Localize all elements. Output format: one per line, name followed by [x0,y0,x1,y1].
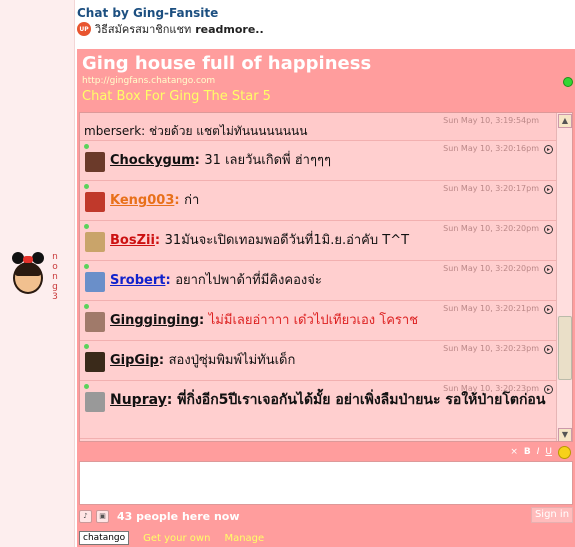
message-area: Sun May 10, 3:19:54pm mberserk: ช่วยด้วย … [79,112,573,442]
chat-message: Sun May 10, 3:20:20pm ▸ BosZii: 31มันจะเปิ… [80,221,557,261]
message-text: ช่วยด้วย แชตไม่ทันนนนนนนน [149,124,308,138]
user-avatar[interactable] [85,312,105,332]
user-avatar[interactable] [85,232,105,252]
sign-in-button[interactable]: Sign in [531,507,573,523]
online-indicator-icon [84,264,89,269]
bold-button[interactable]: B [524,447,531,457]
message-body: GipGip: สองปู่ซุ่มพิมพ์ไม่ทันเด็ก [110,352,550,369]
message-input[interactable] [79,461,573,505]
message-username: mberserk [84,124,142,138]
chat-url-link[interactable]: http://gingfans.chatango.com [82,76,215,86]
page-title: Chat by Ging-Fansite [77,6,219,20]
italic-button[interactable]: I [537,447,540,457]
online-indicator-icon [84,344,89,349]
format-toolbar: × B I U [510,445,571,459]
online-indicator-icon [84,184,89,189]
username-separator: : [194,153,205,168]
chat-message: Sun May 10, 3:20:17pm ▸ Keng003: ก่า [80,181,557,221]
message-text: 31มันจะเปิดเทอมพอดีวันที่1มิ.ย.อ่าคับ T^… [164,233,410,248]
message-body: BosZii: 31มันจะเปิดเทอมพอดีวันที่1มิ.ย.อ… [110,232,550,249]
chat-footer: chatango Get your own Manage [79,529,264,547]
bottom-bar: ♪ ▣ 43 people here now Sign in [79,507,573,523]
message-text: สองปู่ซุ่มพิมพ์ไม่ทันเด็ก [168,353,296,368]
online-indicator-icon [84,224,89,229]
message-username[interactable]: Chockygum [110,153,195,168]
scrollbar-thumb[interactable] [558,316,572,380]
online-indicator-icon [84,384,89,389]
message-username[interactable]: Keng003 [110,193,174,208]
scrollbar[interactable]: ▲ ▼ [556,113,572,441]
chat-message: Sun May 10, 3:20:21pm ▸ Gingginging: ไม่มี… [80,301,557,341]
user-avatar[interactable] [85,392,105,412]
message-text: อยากไปพาด้าที่มีคิงคองจ่ะ [175,273,322,288]
chat-message: Sun May 10, 3:20:23pm ▸ Nupray: พี่กิ่งอีก… [80,381,557,439]
chat-message: Sun May 10, 3:20:23pm ▸ GipGip: สองปู่ซุ่ม… [80,341,557,381]
signup-info-text: วิธีสมัครสมาชิกแชท [95,23,192,36]
message-text: ไม่มีเลยอ่าาาา เด๋วไปเทียวเอง โคราช [208,313,419,328]
chat-title: Ging house full of happiness [82,53,372,74]
chatango-logo[interactable]: chatango [79,531,130,545]
message-body: Nupray: พี่กิ่งอีก5ปีเราเจอกันได้มั้ย อย… [110,392,550,409]
message-body: Srobert: อยากไปพาด้าที่มีคิงคองจ่ะ [110,272,550,289]
up-badge-icon: UP [77,22,91,36]
sound-icon[interactable]: ♪ [79,509,92,523]
scroll-down-arrow-icon[interactable]: ▼ [558,428,572,441]
signup-info-line: UP วิธีสมัครสมาชิกแชท readmore.. [77,22,264,36]
username-separator: : [154,233,165,248]
message-text: 31 เลยวันเกิดพี่ ฮ่าๆๆๆ [204,153,331,168]
scroll-up-arrow-icon[interactable]: ▲ [558,114,572,128]
user-avatar[interactable] [85,352,105,372]
underline-button[interactable]: U [545,447,552,457]
message-username[interactable]: Nupray [110,392,167,408]
online-status-icon [563,77,573,87]
user-avatar[interactable] [85,192,105,212]
readmore-link[interactable]: readmore.. [195,23,263,36]
username-separator: : [199,313,209,328]
manage-link[interactable]: Manage [224,533,264,544]
message-username[interactable]: Gingginging [110,313,199,328]
chat-message: Sun May 10, 3:20:16pm ▸ Chockygum: 31 เลยว… [80,141,557,181]
close-format-icon[interactable]: × [510,447,518,457]
chat-message: Sun May 10, 3:20:20pm ▸ Srobert: อยากไปพาด… [80,261,557,301]
online-indicator-icon [84,304,89,309]
message-username[interactable]: Srobert [110,273,165,288]
online-indicator-icon [84,144,89,149]
user-avatar[interactable] [85,272,105,292]
message-text: พี่กิ่งอีก5ปีเราเจอกันได้มั้ย อย่าเพิ่งล… [177,392,546,408]
username-separator: : [141,124,149,138]
avatar-name: nong3 [52,252,58,302]
chat-message: Sun May 10, 3:19:54pm mberserk: ช่วยด้วย … [80,113,557,141]
profile-avatar[interactable] [10,252,46,298]
message-text: ก่า [184,193,200,208]
avatar-bow [23,256,33,263]
username-separator: : [166,392,178,408]
message-username[interactable]: GipGip [110,353,159,368]
username-separator: : [174,193,185,208]
message-body: mberserk: ช่วยด้วย แชตไม่ทันนนนนนนน [84,123,524,140]
image-icon[interactable]: ▣ [96,509,109,523]
username-separator: : [165,273,176,288]
message-body: Keng003: ก่า [110,192,550,209]
left-decorative-strip: nong3 [0,0,75,547]
message-username[interactable]: BosZii [110,233,155,248]
get-your-own-link[interactable]: Get your own [143,533,210,544]
emoticon-icon[interactable] [558,445,571,459]
chat-subtitle: Chat Box For Ging The Star 5 [82,89,271,104]
page-root: nong3 Chat by Ging-Fansite UP วิธีสมัครส… [0,0,575,547]
message-body: Chockygum: 31 เลยวันเกิดพี่ ฮ่าๆๆๆ [110,152,550,169]
people-count[interactable]: 43 people here now [117,510,240,523]
message-body: Gingginging: ไม่มีเลยอ่าาาา เด๋วไปเทียวเ… [110,312,550,329]
username-separator: : [158,353,169,368]
chat-box: Ging house full of happiness http://ging… [77,49,575,547]
user-avatar[interactable] [85,152,105,172]
avatar-face [13,262,43,294]
chat-message: Sun May 10, 3:20:24pm▸ [80,439,557,441]
message-list: Sun May 10, 3:19:54pm mberserk: ช่วยด้วย … [80,113,557,441]
